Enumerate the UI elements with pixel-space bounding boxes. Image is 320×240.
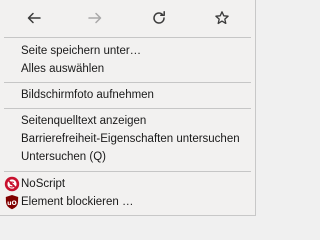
separator	[4, 171, 251, 172]
context-menu: Seite speichern unter… Alles auswählen B…	[0, 0, 256, 216]
back-arrow-icon	[27, 12, 41, 24]
menu-item-label: Untersuchen (Q)	[21, 151, 107, 163]
menu-item-label: Element blockieren …	[21, 196, 134, 208]
menu-item-label: Seitenquelltext anzeigen	[21, 115, 147, 127]
menu-item-take-screenshot[interactable]: Bildschirmfoto aufnehmen	[0, 86, 255, 104]
menu-item-inspect[interactable]: Untersuchen (Q)	[0, 148, 255, 166]
svg-text:uO: uO	[7, 200, 17, 207]
separator	[4, 82, 251, 83]
menu-item-block-element[interactable]: uO Element blockieren …	[0, 193, 255, 211]
menu-item-label: Seite speichern unter…	[21, 45, 142, 57]
menu-item-label: NoScript	[21, 178, 66, 190]
menu-item-label: Alles auswählen	[21, 63, 105, 75]
menu-item-inspect-accessibility[interactable]: Barrierefreiheit-Eigenschaften untersuch…	[0, 130, 255, 148]
ublock-shield-icon: uO	[5, 195, 19, 210]
navigation-row	[0, 0, 255, 36]
forward-button[interactable]	[82, 5, 108, 31]
forward-arrow-icon	[88, 12, 102, 24]
bookmark-star-icon	[215, 11, 229, 25]
separator	[4, 108, 251, 109]
menu-item-label: Barrierefreiheit-Eigenschaften untersuch…	[21, 133, 240, 145]
menu-item-view-source[interactable]: Seitenquelltext anzeigen	[0, 112, 255, 130]
menu-item-save-page[interactable]: Seite speichern unter…	[0, 42, 255, 60]
separator	[4, 37, 251, 38]
menu-item-select-all[interactable]: Alles auswählen	[0, 60, 255, 78]
reload-button[interactable]	[146, 5, 172, 31]
bookmark-button[interactable]	[209, 5, 235, 31]
reload-icon	[153, 11, 165, 24]
menu-item-noscript[interactable]: S NoScript	[0, 175, 255, 193]
noscript-icon: S	[4, 176, 20, 192]
back-button[interactable]	[21, 5, 47, 31]
menu-item-label: Bildschirmfoto aufnehmen	[21, 89, 154, 101]
